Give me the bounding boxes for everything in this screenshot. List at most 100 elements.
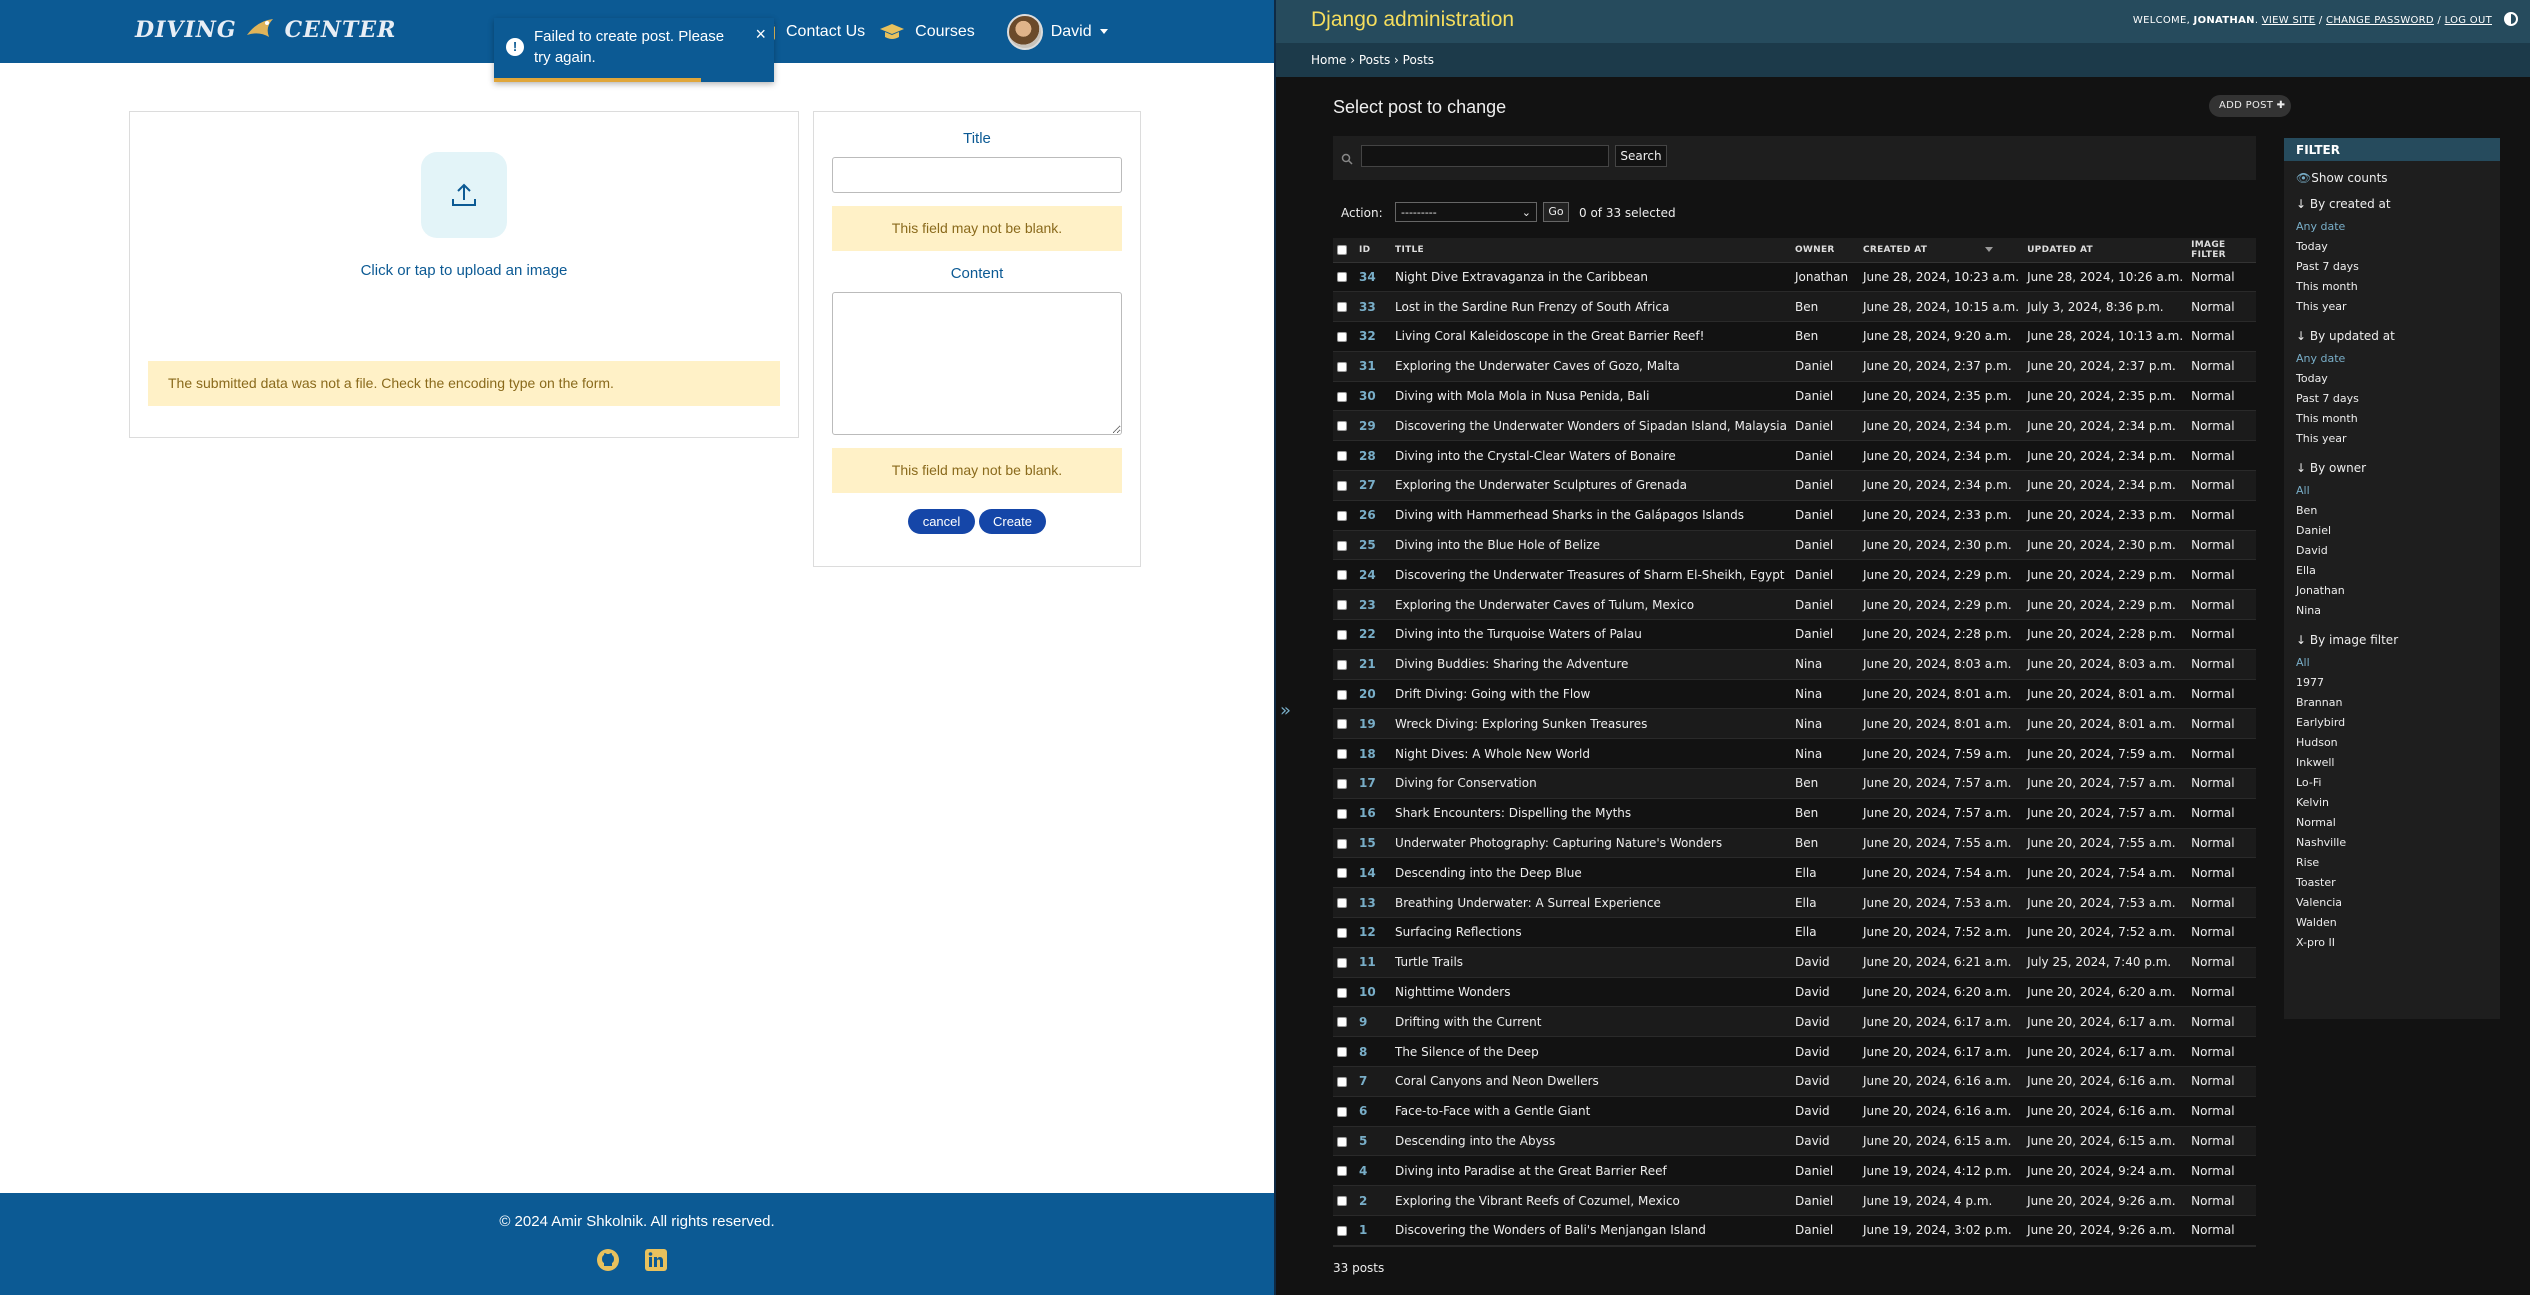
filter-option[interactable]: Lo-Fi [2296,773,2488,793]
filter-option[interactable]: Valencia [2296,893,2488,913]
row-checkbox[interactable] [1337,1017,1347,1028]
cell-id[interactable]: 2 [1355,1185,1391,1216]
change-password-link[interactable]: CHANGE PASSWORD [2326,15,2434,26]
filter-option[interactable]: Jonathan [2296,581,2488,601]
select-all-checkbox[interactable] [1337,244,1347,255]
cell-id[interactable]: 8 [1355,1036,1391,1068]
column-header-title[interactable]: TITLE [1391,238,1791,263]
upload-button[interactable] [421,152,507,238]
action-select[interactable]: --------- ⌄ [1395,202,1537,222]
cell-id[interactable]: 11 [1355,947,1391,978]
sort-desc-icon[interactable] [1985,246,1994,252]
cell-id[interactable]: 18 [1355,738,1391,770]
filter-option[interactable]: Earlybird [2296,713,2488,733]
close-icon[interactable]: × [755,24,766,45]
row-checkbox[interactable] [1337,1076,1347,1087]
row-checkbox[interactable] [1337,868,1347,879]
row-checkbox[interactable] [1337,659,1347,670]
row-checkbox[interactable] [1337,1136,1347,1147]
filter-option[interactable]: Nashville [2296,833,2488,853]
github-icon[interactable] [596,1248,620,1272]
cell-id[interactable]: 25 [1355,530,1391,561]
column-header-owner[interactable]: OWNER [1790,238,1859,263]
cell-id[interactable]: 12 [1355,917,1391,948]
cell-id[interactable]: 4 [1355,1155,1391,1187]
breadcrumb-home[interactable]: Home [1311,53,1346,67]
cell-id[interactable]: 14 [1355,857,1391,889]
logout-link[interactable]: LOG OUT [2445,15,2492,26]
filter-option[interactable]: Normal [2296,813,2488,833]
cell-id[interactable]: 13 [1355,887,1391,919]
cell-id[interactable]: 20 [1355,679,1391,710]
filter-option[interactable]: Today [2296,237,2488,257]
cell-id[interactable]: 30 [1355,381,1391,412]
filter-option[interactable]: Past 7 days [2296,257,2488,277]
title-input[interactable] [832,157,1122,193]
admin-brand[interactable]: Django administration [1311,8,1514,32]
cell-id[interactable]: 32 [1355,321,1391,352]
filter-option[interactable]: Today [2296,369,2488,389]
filter-option[interactable]: This month [2296,277,2488,297]
row-checkbox[interactable] [1337,540,1347,551]
cell-id[interactable]: 17 [1355,768,1391,799]
row-checkbox[interactable] [1337,749,1347,760]
row-checkbox[interactable] [1337,838,1347,849]
filter-option[interactable]: X-pro II [2296,933,2488,953]
cell-id[interactable]: 6 [1355,1096,1391,1127]
row-checkbox[interactable] [1337,957,1347,968]
filter-option[interactable]: This year [2296,297,2488,317]
filter-option[interactable]: Ella [2296,561,2488,581]
cell-id[interactable]: 1 [1355,1215,1391,1246]
cell-id[interactable]: 22 [1355,619,1391,650]
row-checkbox[interactable] [1337,927,1347,938]
row-checkbox[interactable] [1337,331,1347,342]
row-checkbox[interactable] [1337,600,1347,611]
brand-logo[interactable]: DIVING CENTER [135,14,396,46]
filter-option[interactable]: Past 7 days [2296,389,2488,409]
filter-option[interactable]: Hudson [2296,733,2488,753]
row-checkbox[interactable] [1337,510,1347,521]
column-header-created-at[interactable]: CREATED AT [1858,238,2024,263]
filter-option[interactable]: This month [2296,409,2488,429]
cell-id[interactable]: 9 [1355,1006,1391,1038]
filter-option[interactable]: Walden [2296,913,2488,933]
cell-id[interactable]: 10 [1355,977,1391,1008]
cell-id[interactable]: 26 [1355,500,1391,531]
cell-id[interactable]: 28 [1355,440,1391,472]
row-checkbox[interactable] [1337,1196,1347,1207]
user-menu[interactable]: David [1006,13,1108,50]
row-checkbox[interactable] [1337,629,1347,640]
content-textarea[interactable] [832,292,1122,435]
row-checkbox[interactable] [1337,361,1347,372]
filter-option[interactable]: Toaster [2296,873,2488,893]
filter-option[interactable]: This year [2296,429,2488,449]
cell-id[interactable]: 19 [1355,708,1391,740]
create-button[interactable]: Create [979,509,1046,534]
filter-option[interactable]: David [2296,541,2488,561]
row-checkbox[interactable] [1337,570,1347,581]
filter-option[interactable]: Daniel [2296,521,2488,541]
row-checkbox[interactable] [1337,391,1347,402]
cell-id[interactable]: 34 [1355,262,1391,293]
row-checkbox[interactable] [1337,1106,1347,1117]
row-checkbox[interactable] [1337,302,1347,313]
row-checkbox[interactable] [1337,719,1347,730]
go-button[interactable]: Go [1543,202,1569,222]
cell-id[interactable]: 21 [1355,649,1391,680]
row-checkbox[interactable] [1337,1225,1347,1236]
sidebar-toggle[interactable]: » [1280,700,1291,721]
filter-option[interactable]: Kelvin [2296,793,2488,813]
add-post-button[interactable]: ADD POST ✚ [2209,95,2291,117]
column-header-id[interactable]: ID [1355,238,1391,263]
filter-option[interactable]: Any date [2296,349,2488,369]
search-button[interactable]: Search [1615,145,1667,167]
row-checkbox[interactable] [1337,808,1347,819]
show-counts-link[interactable]: 👁Show counts [2284,161,2500,185]
cell-id[interactable]: 7 [1355,1066,1391,1097]
cell-id[interactable]: 16 [1355,798,1391,829]
filter-option[interactable]: All [2296,653,2488,673]
cell-id[interactable]: 27 [1355,470,1391,501]
row-checkbox[interactable] [1337,480,1347,491]
row-checkbox[interactable] [1337,1166,1347,1177]
filter-option[interactable]: Ben [2296,501,2488,521]
